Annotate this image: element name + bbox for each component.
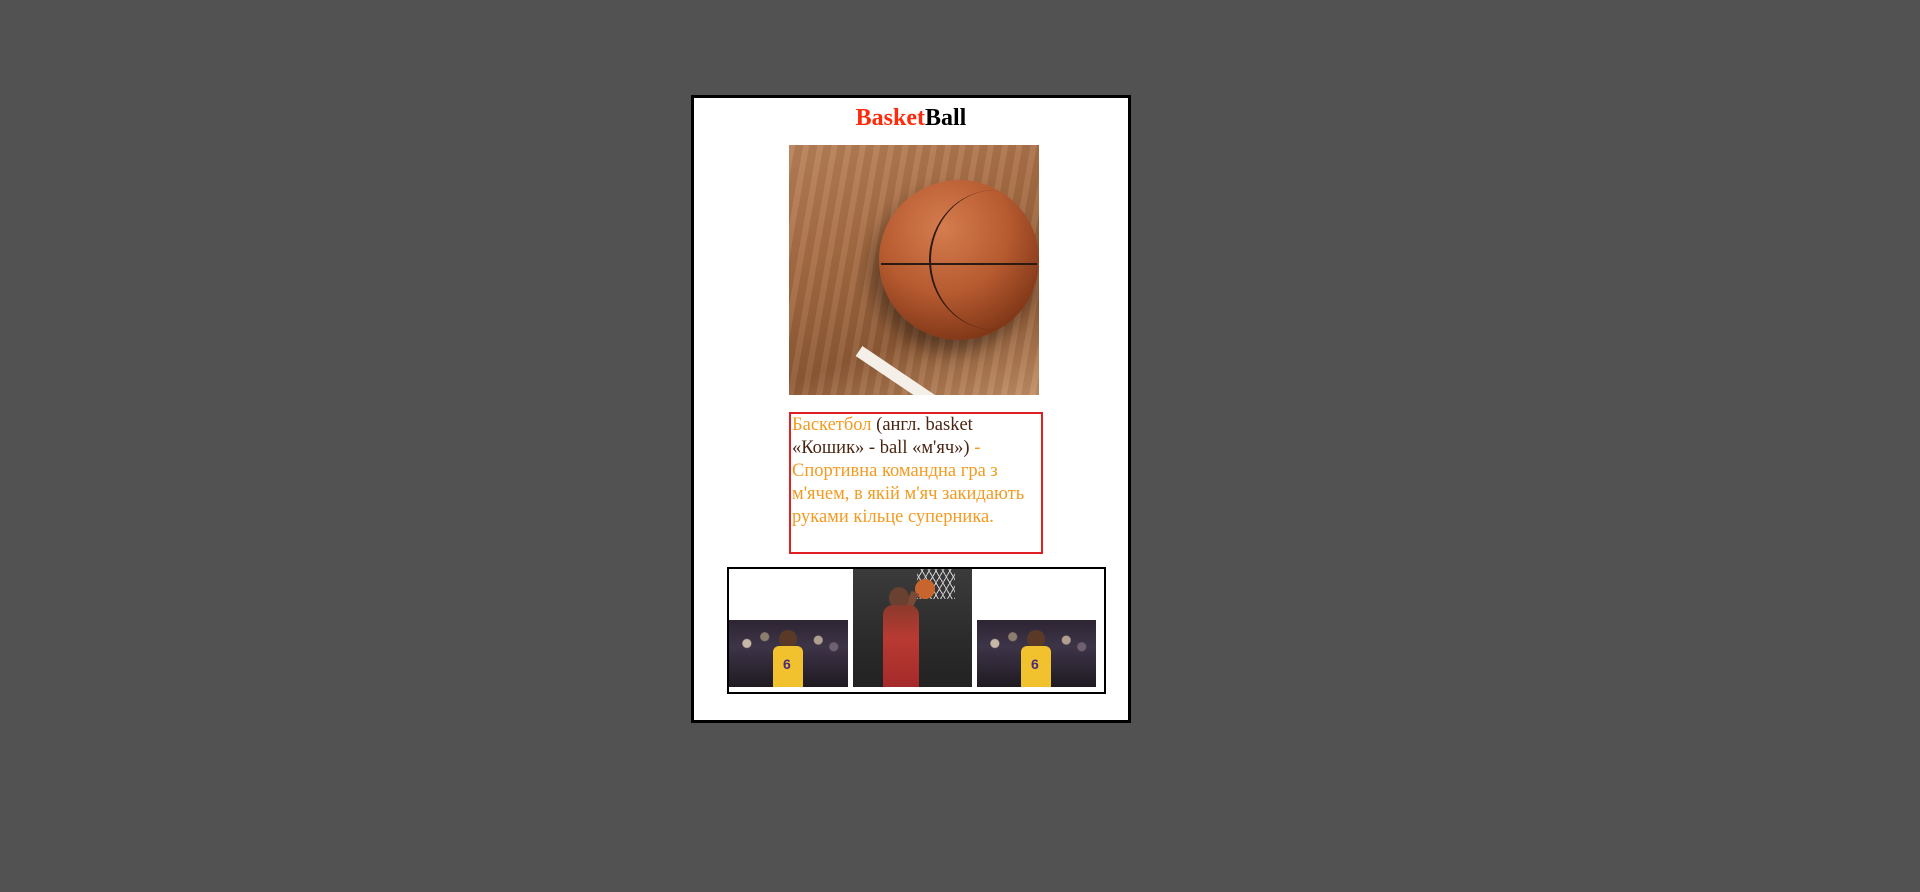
description-box: Баскетбол (англ. basket «Кошик» - ball «… — [789, 412, 1043, 554]
title-part-basket: Basket — [855, 105, 925, 131]
gallery-image-2 — [853, 569, 972, 687]
lakers-jersey — [773, 646, 803, 687]
description-keyword: Баскетбол — [792, 415, 872, 435]
gallery-image-3 — [977, 620, 1096, 687]
basketball-photo — [789, 145, 1039, 395]
lakers-jersey — [1021, 646, 1051, 687]
photo-gallery — [727, 567, 1106, 694]
page-title: BasketBall — [694, 103, 1128, 133]
content-card: BasketBall Баскетбол (англ. basket «Коши… — [691, 95, 1131, 723]
gallery-image-1 — [729, 620, 848, 687]
title-part-ball: Ball — [925, 105, 967, 131]
player-body — [883, 605, 919, 687]
